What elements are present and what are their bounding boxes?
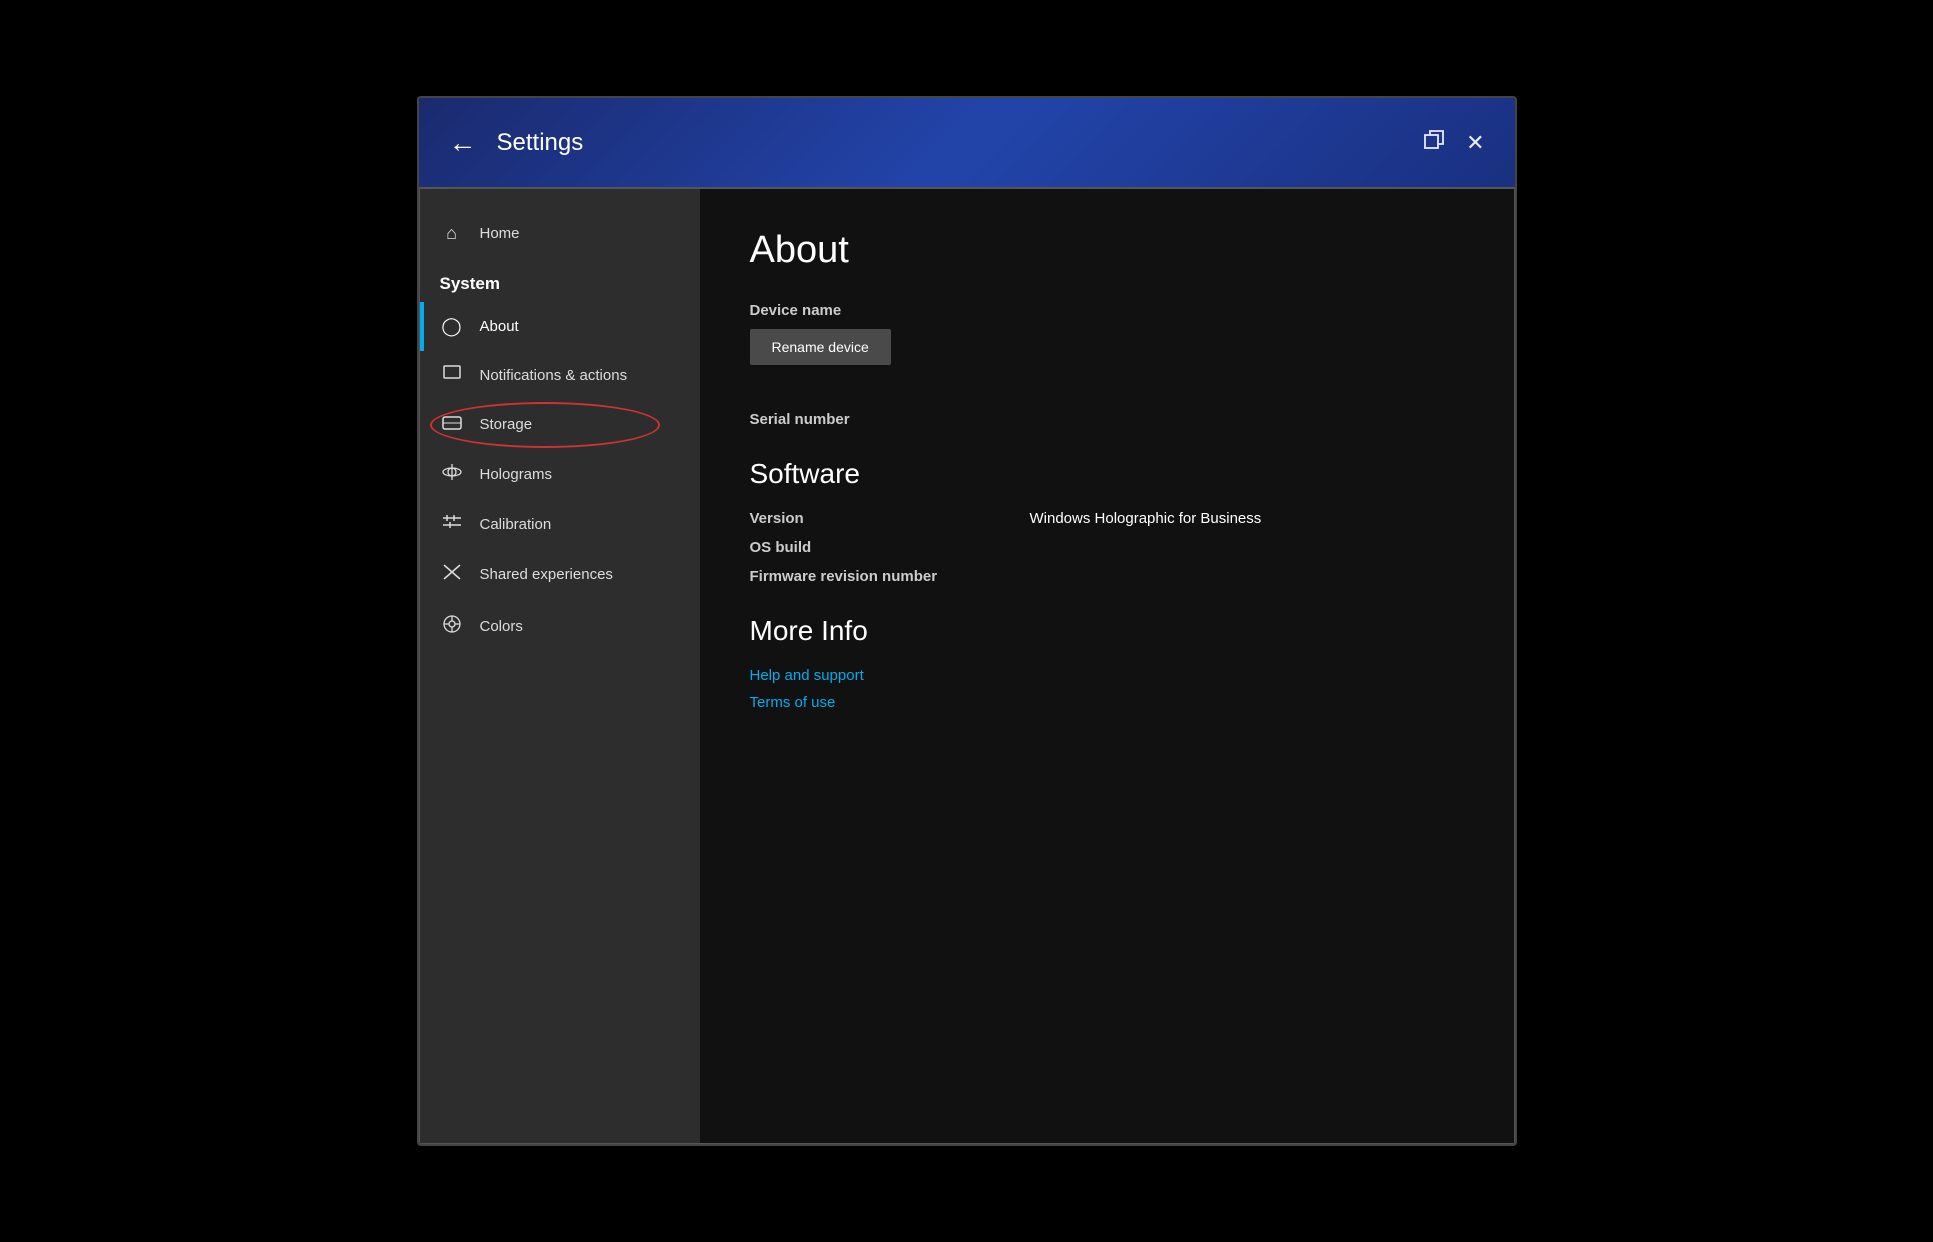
os-build-label: OS build — [750, 539, 1030, 556]
firmware-label: Firmware revision number — [750, 568, 1030, 585]
version-row: Version Windows Holographic for Business — [750, 510, 1464, 527]
calibration-icon — [440, 514, 464, 535]
back-button[interactable]: ← — [449, 127, 477, 159]
sidebar-item-notifications[interactable]: Notifications & actions — [420, 351, 700, 400]
help-support-link[interactable]: Help and support — [750, 667, 1464, 684]
rename-device-button[interactable]: Rename device — [750, 329, 891, 365]
about-icon: ◯ — [440, 316, 464, 337]
sidebar-item-colors[interactable]: Colors — [420, 600, 700, 653]
close-button[interactable]: ✕ — [1466, 130, 1484, 156]
version-value: Windows Holographic for Business — [1030, 510, 1262, 527]
serial-number-label: Serial number — [750, 411, 1464, 428]
app-window: ← Settings ✕ ⌂ Home System ◯ About — [417, 96, 1517, 1146]
sidebar-storage-label: Storage — [480, 416, 533, 433]
sidebar-item-shared[interactable]: Shared experiences — [420, 549, 700, 600]
window-title: Settings — [497, 129, 1423, 157]
device-name-section: Device name Rename device — [750, 302, 1464, 393]
software-section-title: Software — [750, 458, 1464, 490]
notifications-icon — [440, 365, 464, 386]
page-title: About — [750, 229, 1464, 272]
sidebar-item-home[interactable]: ⌂ Home — [420, 209, 700, 258]
device-name-label: Device name — [750, 302, 1464, 319]
colors-icon — [440, 614, 464, 639]
storage-highlight-circle — [430, 402, 660, 448]
terms-of-use-link[interactable]: Terms of use — [750, 694, 1464, 711]
sidebar-section-system: System — [420, 258, 700, 302]
sidebar-item-storage[interactable]: Storage — [420, 400, 700, 449]
sidebar-calibration-label: Calibration — [480, 516, 552, 533]
more-info-title: More Info — [750, 615, 1464, 647]
content-panel: About Device name Rename device Serial n… — [700, 189, 1514, 1143]
sidebar-item-calibration[interactable]: Calibration — [420, 500, 700, 549]
window-controls: ✕ — [1422, 128, 1484, 158]
sidebar-colors-label: Colors — [480, 618, 523, 635]
sidebar-item-holograms[interactable]: Holograms — [420, 449, 700, 500]
sidebar-shared-label: Shared experiences — [480, 566, 613, 583]
titlebar: ← Settings ✕ — [419, 98, 1515, 188]
sidebar-notifications-label: Notifications & actions — [480, 367, 628, 384]
sidebar-about-label: About — [480, 318, 519, 335]
storage-icon — [440, 414, 464, 435]
holograms-icon — [440, 463, 464, 486]
sidebar: ⌂ Home System ◯ About Notifications & ac… — [420, 189, 700, 1143]
version-label: Version — [750, 510, 1030, 527]
main-area: ⌂ Home System ◯ About Notifications & ac… — [419, 188, 1515, 1144]
serial-number-section: Serial number — [750, 411, 1464, 428]
home-icon: ⌂ — [440, 223, 464, 244]
shared-icon — [440, 563, 464, 586]
sidebar-item-about[interactable]: ◯ About — [420, 302, 700, 351]
restore-button[interactable] — [1422, 128, 1446, 158]
sidebar-holograms-label: Holograms — [480, 466, 553, 483]
sidebar-home-label: Home — [480, 225, 520, 242]
firmware-row: Firmware revision number — [750, 568, 1464, 585]
os-build-row: OS build — [750, 539, 1464, 556]
